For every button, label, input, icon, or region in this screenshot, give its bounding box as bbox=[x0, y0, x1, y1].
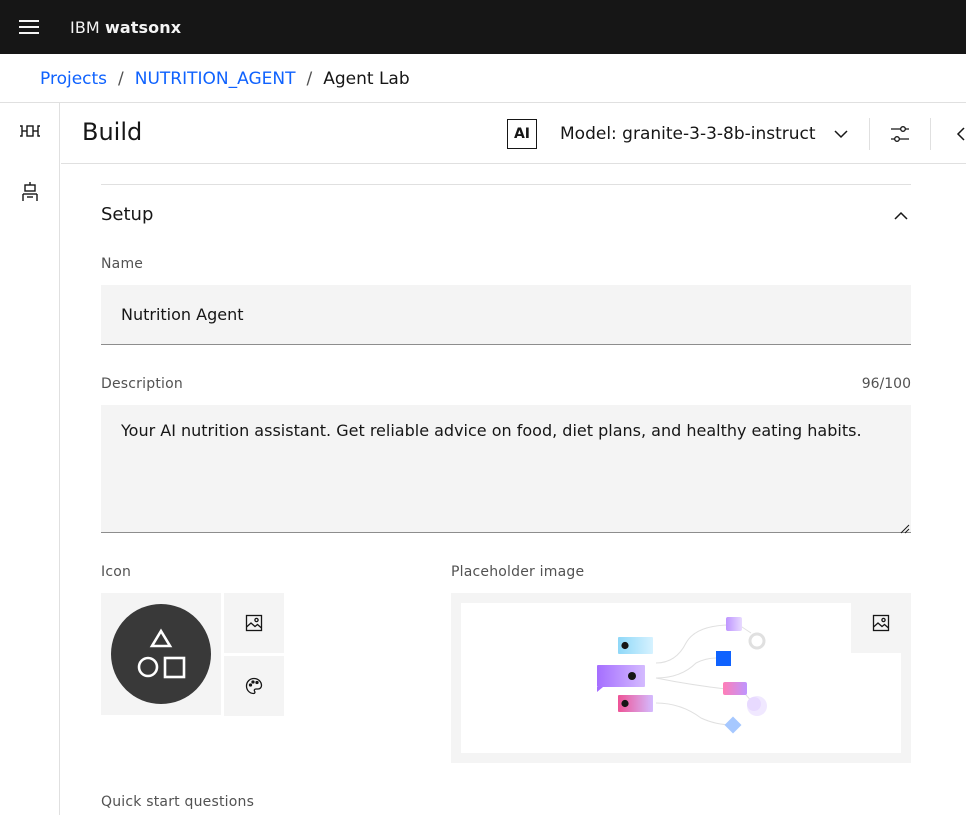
top-header: IBM watsonx bbox=[0, 0, 966, 54]
hamburger-menu-icon[interactable] bbox=[0, 0, 58, 54]
description-field[interactable]: Your AI nutrition assistant. Get reliabl… bbox=[101, 405, 911, 533]
settings-adjust-icon[interactable] bbox=[880, 116, 920, 152]
ai-badge-icon: AI bbox=[507, 119, 537, 149]
placeholder-image-label: Placeholder image bbox=[451, 564, 585, 580]
toolbar-divider bbox=[930, 118, 931, 150]
brand-name[interactable]: IBM watsonx bbox=[70, 18, 181, 37]
name-label: Name bbox=[101, 256, 144, 272]
build-header-divider bbox=[61, 163, 966, 164]
page-title: Build bbox=[82, 118, 143, 146]
model-select[interactable]: Model: granite-3-3-8b-instruct bbox=[552, 116, 857, 152]
section-divider bbox=[101, 184, 911, 185]
brand-prefix: IBM bbox=[70, 17, 100, 37]
breadcrumb-current: Agent Lab bbox=[323, 69, 410, 89]
breadcrumb: Projects / NUTRITION_AGENT / Agent Lab bbox=[40, 66, 410, 92]
breadcrumb-projects[interactable]: Projects bbox=[40, 69, 107, 89]
image-upload-icon[interactable] bbox=[851, 593, 911, 653]
brand-product: watsonx bbox=[105, 17, 182, 37]
description-label: Description bbox=[101, 376, 183, 392]
breadcrumb-project[interactable]: NUTRITION_AGENT bbox=[135, 69, 296, 89]
description-char-count: 96/100 bbox=[861, 376, 911, 392]
placeholder-image bbox=[451, 593, 911, 763]
toolbar-divider bbox=[869, 118, 870, 150]
resize-handle-icon[interactable] bbox=[898, 519, 910, 534]
flow-icon[interactable] bbox=[10, 111, 50, 151]
setup-section-title[interactable]: Setup bbox=[101, 204, 153, 225]
chevron-left-icon[interactable] bbox=[942, 116, 966, 152]
chevron-up-icon[interactable] bbox=[890, 205, 912, 227]
agent-icon-preview bbox=[101, 593, 221, 715]
left-rail bbox=[0, 103, 60, 815]
quick-start-questions-label: Quick start questions bbox=[101, 794, 255, 810]
model-select-label: Model: granite-3-3-8b-instruct bbox=[560, 124, 816, 144]
agent-icon[interactable] bbox=[10, 172, 50, 212]
breadcrumb-separator: / bbox=[118, 69, 124, 89]
palette-icon[interactable] bbox=[224, 656, 284, 716]
name-field[interactable] bbox=[101, 285, 911, 345]
breadcrumb-divider bbox=[0, 102, 966, 103]
breadcrumb-separator: / bbox=[306, 69, 313, 89]
chevron-down-icon bbox=[833, 126, 849, 146]
placeholder-illustration bbox=[461, 603, 901, 753]
image-upload-icon[interactable] bbox=[224, 593, 284, 653]
shapes-icon bbox=[111, 604, 211, 704]
icon-label: Icon bbox=[101, 564, 132, 580]
